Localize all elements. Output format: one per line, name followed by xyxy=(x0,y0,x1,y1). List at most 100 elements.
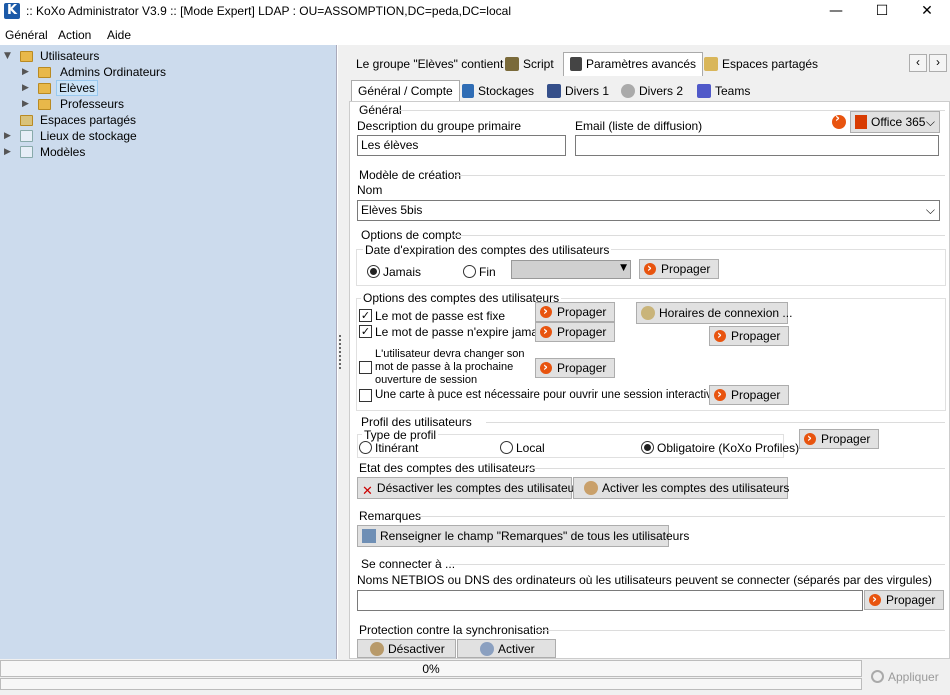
splitter-grip-icon[interactable] xyxy=(339,335,342,369)
tree-node-eleves[interactable]: ▶ Elèves xyxy=(22,80,222,96)
button-label: Désactiver les comptes des utilisateurs xyxy=(376,481,585,495)
section-modele: Modèle de création xyxy=(359,168,462,182)
users-icon xyxy=(547,84,561,98)
collapse-chevron-icon[interactable]: ▼ xyxy=(4,48,14,64)
modele-select[interactable]: Elèves 5bis ⌵ xyxy=(357,200,940,221)
obligatoire-label: Obligatoire (KoXo Profiles) xyxy=(657,441,800,455)
mdp-nexpire-label: Le mot de passe n'expire jamais xyxy=(375,325,547,339)
tab-teams[interactable]: Teams xyxy=(690,80,757,102)
close-button[interactable]: ✕ xyxy=(904,0,950,22)
progress-bar-secondary xyxy=(0,678,862,690)
separator xyxy=(418,516,945,517)
tree-node-espaces[interactable]: Espaces partagés xyxy=(4,112,204,128)
appliquer-button[interactable]: Appliquer xyxy=(865,664,950,690)
expand-chevron-icon[interactable]: ▶ xyxy=(22,80,32,96)
tree-node-professeurs[interactable]: ▶ Professeurs xyxy=(22,96,222,112)
desactiver-protection-button[interactable]: Désactiver xyxy=(357,639,456,658)
tab-label: Espaces partagés xyxy=(722,57,819,71)
propager-horaires-button[interactable]: Propager xyxy=(709,326,789,346)
shared-space-icon xyxy=(20,115,33,126)
itinerant-label: Itinérant xyxy=(375,441,419,455)
separator xyxy=(486,422,945,423)
button-label: Propager xyxy=(731,329,781,343)
menu-bar: Général Action Aide xyxy=(0,25,950,44)
propager-profil-button[interactable]: Propager xyxy=(799,429,879,449)
gear-icon xyxy=(621,84,635,98)
storage-icon xyxy=(20,130,33,142)
jamais-radio[interactable] xyxy=(367,265,380,278)
date-picker[interactable]: ▼ xyxy=(511,260,631,279)
tab-parametres-avances[interactable]: Paramètres avancés xyxy=(563,52,704,76)
tab-label: Script xyxy=(523,57,554,71)
itinerant-radio[interactable] xyxy=(359,441,372,454)
user-add-icon xyxy=(480,642,494,656)
tabs-prev-button[interactable]: ‹ xyxy=(909,54,927,72)
expand-chevron-icon[interactable]: ▶ xyxy=(4,144,14,160)
renseigner-remarques-button[interactable]: Renseigner le champ "Remarques" de tous … xyxy=(357,525,689,547)
propager-mdp-nexpire-button[interactable]: Propager xyxy=(535,322,615,342)
propager-changer-mdp-button[interactable]: Propager xyxy=(535,358,615,378)
progress-bar: 0% xyxy=(0,660,862,677)
warning-dot-icon xyxy=(832,111,846,129)
obligatoire-radio[interactable] xyxy=(641,441,654,454)
tree-label: Modèles xyxy=(40,145,86,159)
mdp-fixe-checkbox[interactable]: ✓ xyxy=(359,309,372,322)
activer-comptes-button[interactable]: Activer les comptes des utilisateurs xyxy=(573,477,789,499)
tabs-next-button[interactable]: › xyxy=(929,54,947,72)
tree-node-lieux[interactable]: ▶ Lieux de stockage xyxy=(4,128,204,144)
expand-chevron-icon[interactable]: ▶ xyxy=(4,128,14,144)
tab-general-compte[interactable]: Général / Compte xyxy=(351,80,460,102)
folder-icon xyxy=(38,99,51,110)
local-label: Local xyxy=(516,441,545,455)
email-input[interactable] xyxy=(575,135,939,156)
office365-dropdown[interactable]: Office 365 ⌵ xyxy=(850,111,940,133)
menu-action[interactable]: Action xyxy=(58,28,91,42)
separator xyxy=(450,564,945,565)
carte-puce-label: Une carte à puce est nécessaire pour ouv… xyxy=(375,389,719,401)
nom-label: Nom xyxy=(357,183,383,197)
carte-puce-checkbox[interactable] xyxy=(359,389,372,402)
chevron-down-icon: ⌵ xyxy=(925,203,935,217)
button-label: Propager xyxy=(557,325,607,339)
office-label: Office 365 xyxy=(871,115,926,129)
tab-divers2[interactable]: Divers 2 xyxy=(614,80,690,102)
expand-chevron-icon[interactable]: ▶ xyxy=(22,96,32,112)
settings-document-icon xyxy=(570,57,582,71)
tab-groupe-contient[interactable]: Le groupe "Elèves" contient xyxy=(349,52,510,76)
maximize-button[interactable]: ☐ xyxy=(859,0,905,22)
propager-carte-puce-button[interactable]: Propager xyxy=(709,385,789,405)
menu-aide[interactable]: Aide xyxy=(107,28,131,42)
section-remarques: Remarques xyxy=(359,509,422,523)
desactiver-comptes-button[interactable]: ✕ Désactiver les comptes des utilisateurs xyxy=(357,477,584,499)
description-input[interactable]: Les élèves xyxy=(357,135,566,156)
tree-node-modeles[interactable]: ▶ Modèles xyxy=(4,144,204,160)
activer-protection-button[interactable]: Activer xyxy=(457,639,556,658)
propager-connecter-button[interactable]: Propager xyxy=(864,590,944,610)
teams-icon xyxy=(697,84,711,98)
tab-script[interactable]: Script xyxy=(498,52,561,76)
fin-radio[interactable] xyxy=(463,265,476,278)
propager-expiration-button[interactable]: Propager xyxy=(639,259,719,279)
tab-divers1[interactable]: Divers 1 xyxy=(540,80,616,102)
horaires-connexion-button[interactable]: Horaires de connexion ... xyxy=(636,302,792,324)
propagate-icon xyxy=(869,590,881,608)
tab-espaces-partages[interactable]: Espaces partagés xyxy=(697,52,825,76)
tab-stockages[interactable]: Stockages xyxy=(455,80,541,102)
tab-label: Général / Compte xyxy=(358,84,453,98)
propagate-icon xyxy=(540,358,552,376)
tree-node-utilisateurs[interactable]: ▼ Utilisateurs xyxy=(4,48,204,64)
button-label: Désactiver xyxy=(388,642,445,656)
local-radio[interactable] xyxy=(500,441,513,454)
mdp-nexpire-checkbox[interactable]: ✓ xyxy=(359,325,372,338)
expand-chevron-icon[interactable]: ▶ xyxy=(22,64,32,80)
tree-label-selected: Elèves xyxy=(56,80,99,96)
tab-label: Paramètres avancés xyxy=(586,57,697,71)
minimize-button[interactable]: — xyxy=(813,0,859,22)
netbios-input[interactable] xyxy=(357,590,863,611)
menu-general[interactable]: Général xyxy=(5,28,48,42)
changer-mdp-checkbox[interactable] xyxy=(359,361,372,374)
tree-label: Lieux de stockage xyxy=(40,129,137,143)
propager-mdp-fixe-button[interactable]: Propager xyxy=(535,302,615,322)
tree-node-admins[interactable]: ▶ Admins Ordinateurs xyxy=(22,64,222,80)
window-title: :: KoXo Administrator V3.9 :: [Mode Expe… xyxy=(26,4,511,18)
